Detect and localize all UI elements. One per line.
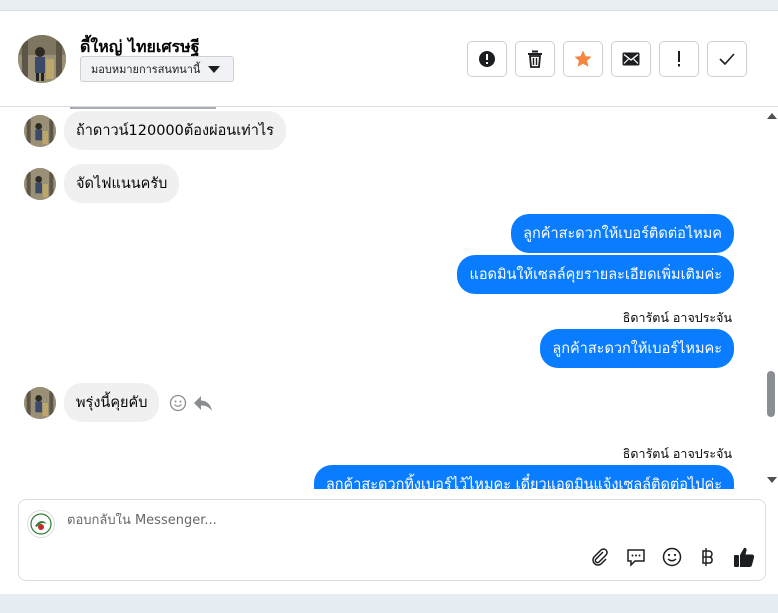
message-bubble[interactable]: พรุ่งนี้คุยคับ (64, 383, 160, 422)
message-thread: ถ้าดาวน์120000ต้องผ่อนเท่าไร จัดไฟแนนครั… (4, 107, 764, 489)
caret-down-icon (208, 65, 221, 73)
page-footer-strip (0, 594, 778, 613)
previous-message-edge (70, 107, 216, 109)
react-emoji-icon[interactable] (169, 394, 187, 412)
incoming-message: พรุ่งนี้คุยคับ (24, 383, 213, 422)
star-button[interactable] (563, 41, 603, 77)
emoji-button[interactable] (661, 546, 683, 568)
conversation-window: ดี้ใหญ่ ไทยเศรษฐี มอบหมายการสนทนานี้ ถ้า… (0, 10, 778, 594)
message-bubble[interactable]: จัดไฟแนนครับ (64, 164, 180, 203)
saved-reply-icon (627, 549, 645, 567)
trash-icon (528, 50, 542, 68)
reply-composer (18, 499, 766, 581)
assign-conversation-dropdown[interactable]: มอบหมายการสนทนานี้ (80, 56, 234, 82)
message-actions (169, 394, 213, 412)
composer-toolbar (589, 546, 755, 568)
sender-avatar[interactable] (24, 167, 56, 200)
done-button[interactable] (707, 41, 747, 77)
check-icon (719, 53, 735, 65)
outgoing-message[interactable]: ลูกค้าสะดวกให้เบอร์ติดต่อไหมค (511, 214, 734, 253)
baht-icon (702, 548, 713, 566)
scroll-up-arrow-icon[interactable] (767, 113, 777, 119)
scroll-thumb[interactable] (767, 371, 775, 417)
outgoing-message[interactable]: ลูกค้าสะดวกทิ้งเบอร์ไว้ไหมคะ เดี๋ยวแอดมิ… (313, 465, 734, 489)
page-logo-icon (27, 510, 55, 538)
scroll-down-arrow-icon[interactable] (767, 477, 777, 483)
reply-icon[interactable] (193, 394, 213, 412)
sender-name: ธิดารัตน์ อาจประจัน (622, 310, 732, 325)
sender-avatar[interactable] (24, 386, 56, 419)
spam-button[interactable] (467, 41, 507, 77)
payment-button[interactable] (697, 546, 719, 568)
emoji-icon (662, 547, 682, 567)
message-bubble[interactable]: ถ้าดาวน์120000ต้องผ่อนเท่าไร (64, 111, 286, 150)
exclamation-icon (678, 51, 680, 67)
mark-unread-button[interactable] (611, 41, 651, 77)
attach-button[interactable] (589, 546, 611, 568)
thumbs-up-icon (734, 547, 755, 567)
outgoing-message[interactable]: ลูกค้าสะดวกให้เบอร์ไหมคะ (540, 329, 734, 368)
like-button[interactable] (733, 546, 755, 568)
saved-replies-button[interactable] (625, 546, 647, 568)
thread-scrollbar[interactable] (764, 107, 778, 489)
sender-avatar[interactable] (24, 114, 56, 147)
paperclip-icon (592, 548, 608, 566)
incoming-message: ถ้าดาวน์120000ต้องผ่อนเท่าไร (24, 111, 286, 150)
outgoing-message[interactable]: แอดมินให้เซลล์คุยรายละเอียดเพิ่มเติมค่ะ (457, 255, 734, 294)
assign-label: มอบหมายการสนทนานี้ (91, 63, 201, 76)
sender-name: ธิดารัตน์ อาจประจัน (622, 446, 732, 461)
envelope-icon (622, 52, 640, 66)
header-toolbar (467, 41, 747, 77)
reply-input[interactable] (67, 513, 687, 528)
flag-button[interactable] (659, 41, 699, 77)
contact-avatar[interactable] (18, 35, 66, 83)
incoming-message: จัดไฟแนนครับ (24, 164, 180, 203)
star-icon (574, 50, 592, 67)
delete-button[interactable] (515, 41, 555, 77)
conversation-header: ดี้ใหญ่ ไทยเศรษฐี มอบหมายการสนทนานี้ (0, 11, 778, 107)
alert-circle-icon (479, 51, 495, 67)
